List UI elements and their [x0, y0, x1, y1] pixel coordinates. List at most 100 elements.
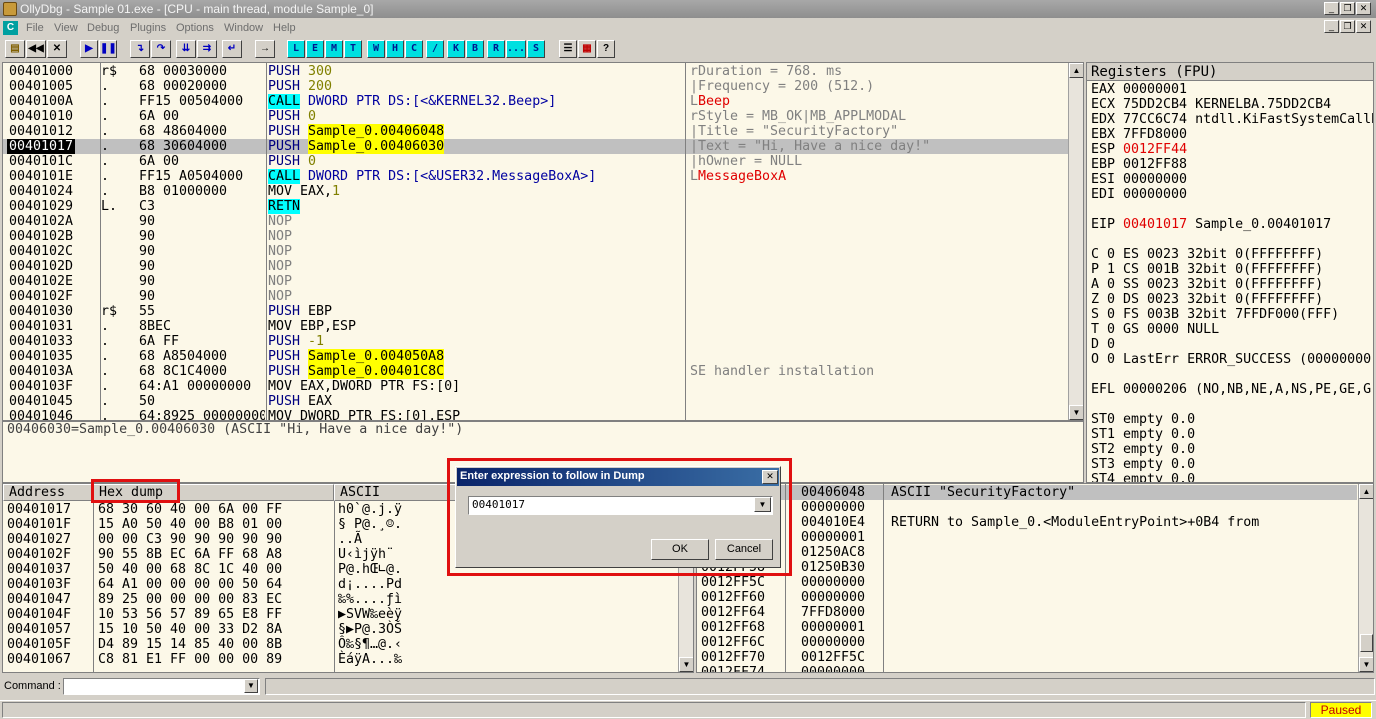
stack-row[interactable]: 0012FF5000000001: [697, 530, 1357, 545]
register-row[interactable]: ST4 empty 0.0: [1091, 472, 1195, 482]
disasm-row[interactable]: 00401010. 6A 00 PUSH 0 rStyle = MB_OK|MB_AP…: [3, 109, 1068, 124]
command-dropdown-icon[interactable]: ▼: [244, 679, 258, 693]
disasm-row[interactable]: 0040102E 90 NOP: [3, 274, 1068, 289]
disasm-row[interactable]: 0040103F. 64:A1 00000000 MOV EAX,DWORD PTR…: [3, 379, 1068, 394]
stack-scroll-thumb[interactable]: [1360, 634, 1373, 652]
disasm-row[interactable]: 00401012. 68 48604000 PUSH Sample_0.004060…: [3, 124, 1068, 139]
stack-row[interactable]: 0012FF68 00000001: [697, 620, 1357, 635]
source-window-button[interactable]: S: [527, 40, 545, 58]
ok-button[interactable]: OK: [651, 539, 709, 560]
dump-scroll-down-icon[interactable]: ▼: [679, 657, 693, 672]
register-row[interactable]: T 0 GS 0000 NULL: [1091, 322, 1219, 337]
register-row[interactable]: A 0 SS 0023 32bit 0(FFFFFFFF): [1091, 277, 1323, 292]
stack-scroll-down-icon[interactable]: ▼: [1359, 657, 1373, 672]
register-row[interactable]: ESI 00000000: [1091, 172, 1187, 187]
stack-row[interactable]: 0012FF4C004010E4RETURN to Sample_0.<Modu…: [697, 515, 1357, 530]
help-icon[interactable]: ?: [597, 40, 615, 58]
register-row[interactable]: ST0 empty 0.0: [1091, 412, 1195, 427]
register-row[interactable]: EDX 77CC6C74 ntdll.KiFastSystemCallRet: [1091, 112, 1373, 127]
disasm-row[interactable]: 00401005. 68 00020000 PUSH 200 |Frequency =…: [3, 79, 1068, 94]
register-row[interactable]: S 0 FS 003B 32bit 7FFDF000(FFF): [1091, 307, 1339, 322]
command-input[interactable]: ▼: [63, 678, 260, 695]
menu-debug[interactable]: Debug: [87, 19, 119, 37]
register-row[interactable]: ST1 empty 0.0: [1091, 427, 1195, 442]
stack-row[interactable]: 0012FF6C 00000000: [697, 635, 1357, 650]
register-row[interactable]: EBX 7FFD8000: [1091, 127, 1187, 142]
disasm-row[interactable]: 00401033. 6A FF PUSH -1: [3, 334, 1068, 349]
register-row[interactable]: EDI 00000000: [1091, 187, 1187, 202]
scroll-down-icon[interactable]: ▼: [1069, 405, 1083, 420]
stack-row[interactable]: 0012FF5801250B30: [697, 560, 1357, 575]
register-row[interactable]: Z 0 DS 0023 32bit 0(FFFFFFFF): [1091, 292, 1323, 307]
disasm-row[interactable]: 00401035. 68 A8504000 PUSH Sample_0.004050…: [3, 349, 1068, 364]
stack-row[interactable]: 0012FF5401250AC8: [697, 545, 1357, 560]
restore-icon[interactable]: ❐: [1340, 2, 1355, 15]
dump-row[interactable]: 00401057 15 10 50 40 00 33 D2 8A §▶P@.3ÒŠ: [3, 622, 678, 637]
dump-row[interactable]: 00401067 C8 81 E1 FF 00 00 00 89 ÈáÿA...‰: [3, 652, 678, 667]
stack-row[interactable]: 0012FF70 0012FF5C: [697, 650, 1357, 665]
menu-window[interactable]: Window: [224, 19, 263, 37]
register-row[interactable]: EBP 0012FF88: [1091, 157, 1187, 172]
run-trace-window-button[interactable]: ...: [506, 40, 526, 58]
stack-row[interactable]: 0012FF5C 00000000: [697, 575, 1357, 590]
expression-input[interactable]: 00401017: [472, 498, 525, 511]
stack-row[interactable]: 0012FF74 00000000: [697, 665, 1357, 672]
dump-row[interactable]: 00401047 89 25 00 00 00 00 83 EC ‰%....ƒì: [3, 592, 678, 607]
threads-window-button[interactable]: T: [344, 40, 362, 58]
registers-pane[interactable]: Registers (FPU) EAX 00000001 ECX 75DD2CB4…: [1086, 62, 1374, 483]
cpu-window-button[interactable]: C: [405, 40, 423, 58]
child-close-icon[interactable]: ✕: [1356, 20, 1371, 33]
disasm-row[interactable]: 0040102F 90 NOP: [3, 289, 1068, 304]
child-restore-icon[interactable]: ❐: [1340, 20, 1355, 33]
stack-pane[interactable]: 0012FF4400406048ASCII "SecurityFactory"0…: [696, 483, 1374, 673]
disassembly-pane[interactable]: 00401000 r$ 68 00030000 PUSH 300 rDuration =…: [2, 62, 1084, 421]
dump-header-address[interactable]: Address: [3, 484, 93, 501]
disasm-row[interactable]: 00401029 L. C3 RETN: [3, 199, 1068, 214]
animate-over-icon[interactable]: ⇉: [197, 40, 217, 58]
menu-plugins[interactable]: Plugins: [130, 19, 166, 37]
disasm-row[interactable]: 0040102A 90 NOP: [3, 214, 1068, 229]
memory-window-button[interactable]: M: [325, 40, 343, 58]
disasm-row[interactable]: 00401024. B8 01000000 MOV EAX,1: [3, 184, 1068, 199]
disasm-row[interactable]: 0040100A. FF15 00504000 CALL DWORD PTR DS:…: [3, 94, 1068, 109]
disasm-row[interactable]: 00401046. 64:8925 00000000 MOV DWORD PTR F…: [3, 409, 1068, 420]
breakpoints-window-button[interactable]: B: [466, 40, 484, 58]
register-row[interactable]: ESP 0012FF44: [1091, 142, 1187, 157]
disasm-row[interactable]: 00401000 r$ 68 00030000 PUSH 300 rDuration =…: [3, 64, 1068, 79]
step-over-icon[interactable]: ↷: [151, 40, 171, 58]
go-to-icon[interactable]: →: [255, 40, 275, 58]
menu-help[interactable]: Help: [273, 19, 296, 37]
disasm-row[interactable]: 00401031. 8BEC MOV EBP,ESP: [3, 319, 1068, 334]
disasm-row[interactable]: 00401045. 50 PUSH EAX: [3, 394, 1068, 409]
close-icon[interactable]: ✕: [1356, 2, 1371, 15]
combobox-dropdown-icon[interactable]: ▼: [754, 497, 771, 512]
step-into-icon[interactable]: ↴: [130, 40, 150, 58]
dialog-close-icon[interactable]: ✕: [762, 470, 778, 484]
execute-till-return-icon[interactable]: ↵: [222, 40, 242, 58]
scroll-up-icon[interactable]: ▲: [1069, 63, 1083, 78]
log-window-button[interactable]: L: [287, 40, 305, 58]
disasm-row[interactable]: 00401017. 68 30604000 PUSH Sample_0.004060…: [3, 139, 1068, 154]
registers-header[interactable]: Registers (FPU): [1091, 64, 1217, 80]
menu-view[interactable]: View: [54, 19, 78, 37]
stack-scroll-up-icon[interactable]: ▲: [1359, 484, 1373, 499]
disasm-row[interactable]: 0040102D 90 NOP: [3, 259, 1068, 274]
disasm-row[interactable]: 0040101C. 6A 00 PUSH 0 |hOwner = NULL: [3, 154, 1068, 169]
open-icon[interactable]: ▤: [5, 40, 25, 58]
modules-window-button[interactable]: E: [306, 40, 324, 58]
animate-into-icon[interactable]: ⇊: [176, 40, 196, 58]
call-stack-window-button[interactable]: K: [447, 40, 465, 58]
stack-row[interactable]: 0012FF64 7FFD8000: [697, 605, 1357, 620]
register-row[interactable]: D 0: [1091, 337, 1115, 352]
menu-file[interactable]: File: [26, 19, 44, 37]
run-icon[interactable]: ▶: [80, 40, 98, 58]
disasm-row[interactable]: 0040103A. 68 8C1C4000 PUSH Sample_0.00401C…: [3, 364, 1068, 379]
restart-icon[interactable]: ◀◀: [26, 40, 46, 58]
stack-scrollbar[interactable]: ▲ ▼: [1358, 484, 1373, 672]
references-window-button[interactable]: R: [487, 40, 505, 58]
disasm-row[interactable]: 0040102C 90 NOP: [3, 244, 1068, 259]
close-program-icon[interactable]: ✕: [47, 40, 67, 58]
stack-row[interactable]: 0012FF60 00000000: [697, 590, 1357, 605]
patches-window-button[interactable]: /: [426, 40, 444, 58]
register-row[interactable]: EAX 00000001: [1091, 82, 1187, 97]
